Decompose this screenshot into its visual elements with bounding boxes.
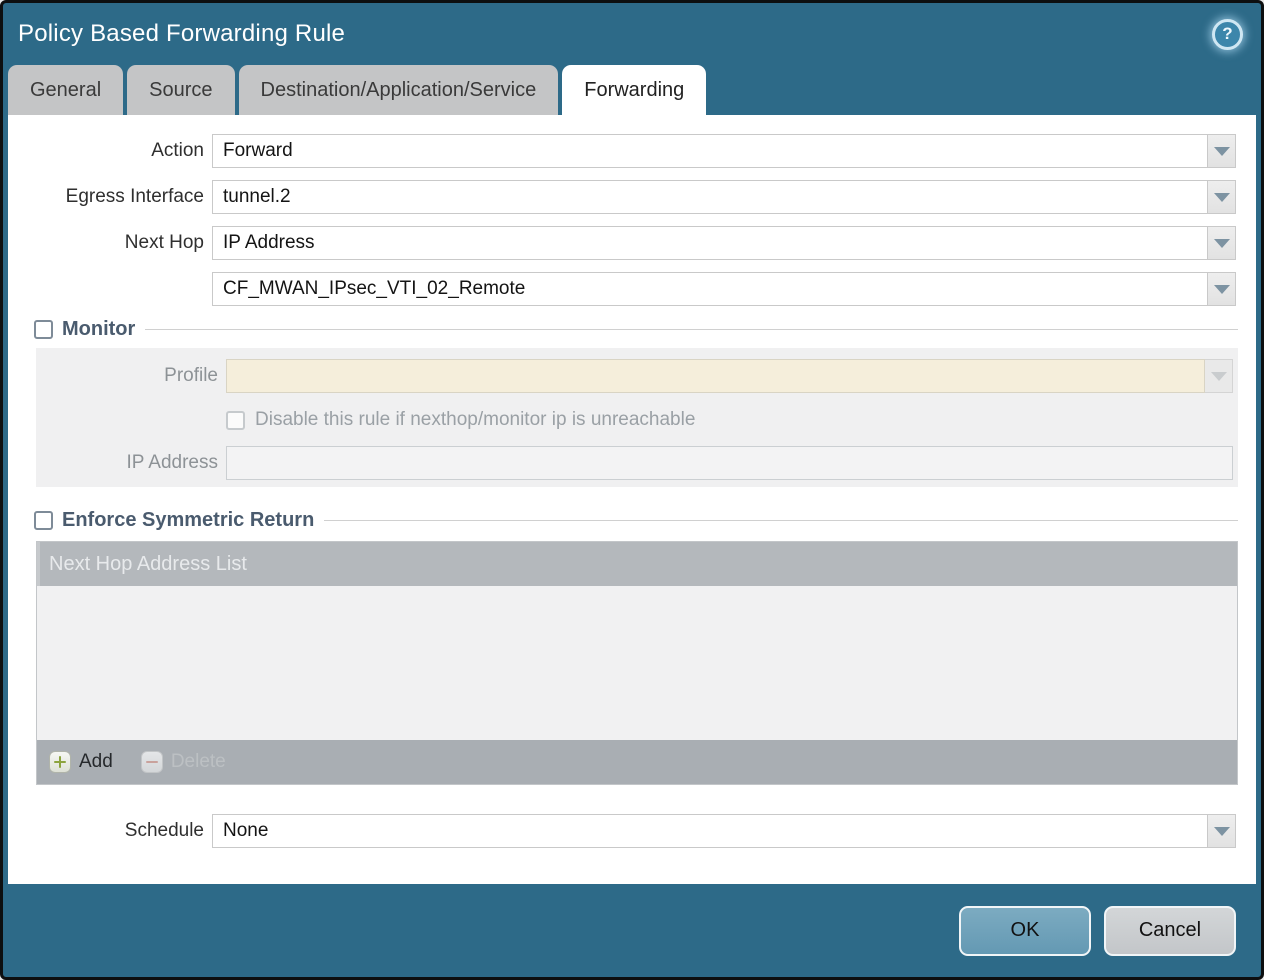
add-icon [49,751,71,773]
enforce-symmetric-return-legend-label: Enforce Symmetric Return [62,509,314,532]
dialog-titlebar: Policy Based Forwarding Rule ? [3,3,1261,65]
enforce-symmetric-return-section: Enforce Symmetric Return Next Hop Addres… [30,509,1238,785]
profile-row: Profile [36,359,1233,393]
help-icon[interactable]: ? [1212,19,1243,50]
schedule-dropdown-button[interactable] [1208,814,1236,848]
disable-rule-row: Disable this rule if nexthop/monitor ip … [226,409,1233,431]
monitor-panel: Profile Disable this rule if nexthop/mon… [36,348,1238,487]
dialog-title: Policy Based Forwarding Rule [18,20,345,48]
monitor-ip-address-label: IP Address [36,452,218,474]
chevron-down-icon [1214,193,1230,202]
next-hop-address-list-body[interactable] [37,586,1237,740]
egress-interface-value[interactable]: tunnel.2 [212,180,1208,214]
tab-source[interactable]: Source [127,65,234,115]
next-hop-type-select: IP Address [212,226,1236,260]
policy-based-forwarding-rule-dialog: Policy Based Forwarding Rule ? General S… [0,0,1264,980]
action-dropdown-button[interactable] [1208,134,1236,168]
monitor-checkbox[interactable] [34,320,53,339]
schedule-label: Schedule [8,820,204,842]
chevron-down-icon [1211,372,1227,381]
tab-forwarding[interactable]: Forwarding [562,65,706,115]
egress-interface-select: tunnel.2 [212,180,1236,214]
next-hop-address-dropdown-button[interactable] [1208,272,1236,306]
monitor-legend: Monitor [30,318,145,341]
tab-bar: General Source Destination/Application/S… [3,65,1261,115]
profile-label: Profile [36,365,218,387]
schedule-value[interactable]: None [212,814,1208,848]
profile-value [226,359,1205,393]
next-hop-dropdown-button[interactable] [1208,226,1236,260]
next-hop-address-list-toolbar: Add Delete [37,740,1237,784]
chevron-down-icon [1214,239,1230,248]
action-row: Action Forward [8,134,1256,168]
monitor-legend-label: Monitor [62,318,135,341]
tab-general[interactable]: General [8,65,123,115]
delete-icon [141,751,163,773]
action-label: Action [8,140,204,162]
monitor-ip-address-row: IP Address [36,446,1233,480]
monitor-section: Monitor Profile Disable this rule if nex… [30,318,1238,487]
egress-interface-dropdown-button[interactable] [1208,180,1236,214]
add-button-label: Add [79,751,113,773]
next-hop-address-select: CF_MWAN_IPsec_VTI_02_Remote [212,272,1236,306]
ok-button[interactable]: OK [959,906,1091,956]
tab-destination-application-service[interactable]: Destination/Application/Service [239,65,559,115]
delete-button-label: Delete [171,751,226,773]
disable-rule-label: Disable this rule if nexthop/monitor ip … [255,409,695,431]
disable-rule-checkbox [226,411,245,430]
next-hop-row: Next Hop IP Address [8,226,1256,260]
next-hop-address-value[interactable]: CF_MWAN_IPsec_VTI_02_Remote [212,272,1208,306]
next-hop-type-value[interactable]: IP Address [212,226,1208,260]
profile-select [226,359,1233,393]
chevron-down-icon [1214,147,1230,156]
enforce-symmetric-return-checkbox[interactable] [34,511,53,530]
next-hop-address-list-header: Next Hop Address List [37,542,1237,586]
add-button[interactable]: Add [49,751,113,773]
next-hop-label: Next Hop [8,232,204,254]
enforce-symmetric-return-legend: Enforce Symmetric Return [30,509,324,532]
dialog-footer: OK Cancel [3,884,1261,977]
schedule-select: None [212,814,1236,848]
action-select: Forward [212,134,1236,168]
action-value[interactable]: Forward [212,134,1208,168]
chevron-down-icon [1214,827,1230,836]
profile-dropdown-button [1205,359,1233,393]
egress-interface-row: Egress Interface tunnel.2 [8,180,1256,214]
next-hop-address-table: Next Hop Address List Add Delete [36,541,1238,785]
next-hop-address-row: CF_MWAN_IPsec_VTI_02_Remote [8,272,1256,306]
egress-interface-label: Egress Interface [8,186,204,208]
delete-button: Delete [141,751,226,773]
chevron-down-icon [1214,285,1230,294]
monitor-ip-address-field [226,446,1233,480]
cancel-button[interactable]: Cancel [1104,906,1236,956]
schedule-row: Schedule None [8,814,1256,848]
next-hop-address-list-header-label: Next Hop Address List [49,553,247,576]
forwarding-tab-panel: Action Forward Egress Interface tunnel.2… [8,115,1256,884]
